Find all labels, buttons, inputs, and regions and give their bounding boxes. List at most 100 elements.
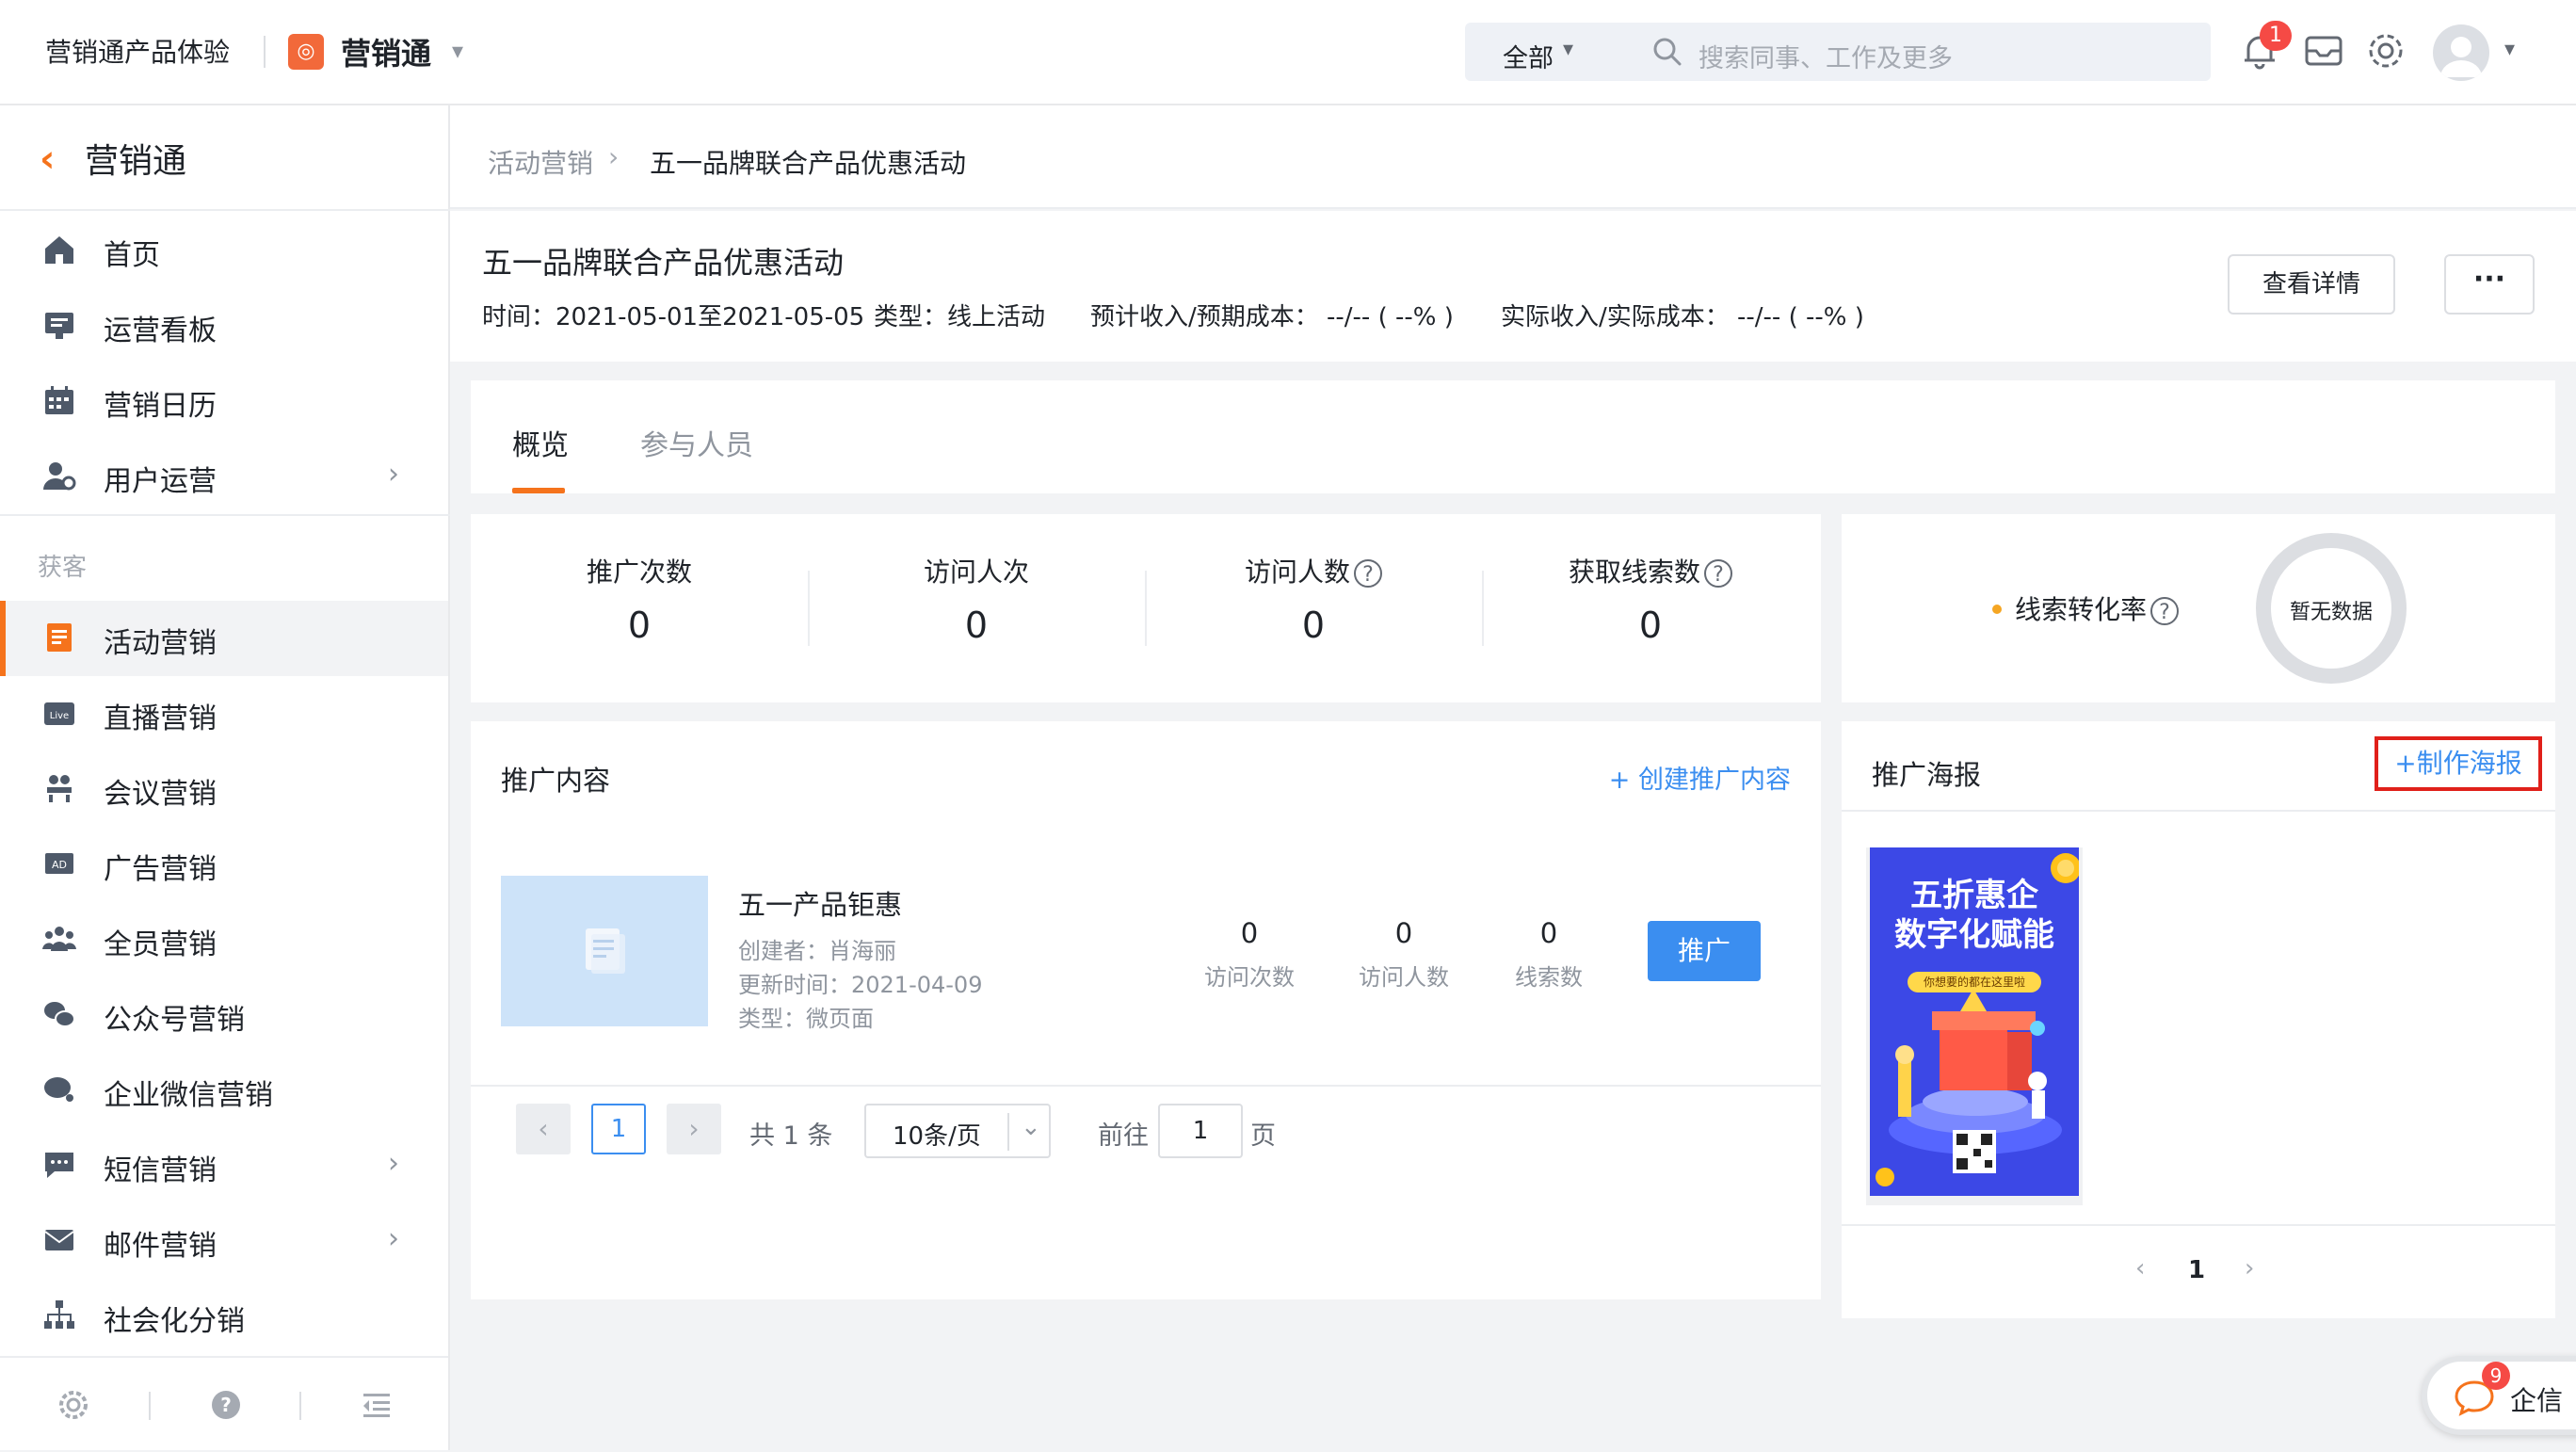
section-title: 推广海报 (1872, 759, 1982, 791)
pagination-prev-button[interactable]: ‹ (2135, 1254, 2145, 1283)
active-tab-indicator (512, 488, 565, 493)
content-type: 类型：微页面 (738, 1006, 874, 1032)
sidebar-item-calendar[interactable]: 营销日历 (0, 363, 448, 439)
sidebar-item-wecom[interactable]: 企业微信营销 (0, 1053, 448, 1128)
stat-visitors: 访问人数? 0 (1145, 552, 1482, 646)
sidebar-item-home[interactable]: 首页 (0, 213, 448, 288)
stat-promotions: 推广次数 0 (471, 552, 808, 646)
search-icon (1653, 38, 1682, 66)
svg-text:AD: AD (52, 859, 67, 871)
page-title: 五一品牌联合产品优惠活动 (482, 245, 845, 281)
sidebar-item-label: 运营看板 (104, 315, 217, 347)
tab-participants[interactable]: 参与人员 (640, 422, 753, 463)
pagination-current-page[interactable]: 1 (2188, 1256, 2205, 1284)
breadcrumb-parent[interactable]: 活动营销 (488, 143, 593, 181)
expected-revenue: 预计收入/预期成本： --/-- ( --% ) (1090, 303, 1454, 331)
content-title[interactable]: 五一产品钜惠 (738, 883, 902, 923)
sidebar-item-meeting[interactable]: 会议营销 (0, 751, 448, 827)
svg-text:Live: Live (50, 711, 69, 721)
content-updated: 更新时间：2021-04-09 (738, 972, 983, 998)
sidebar-item-activity[interactable]: 活动营销 (0, 601, 448, 676)
help-icon[interactable]: ? (1354, 559, 1382, 588)
sidebar-item-live[interactable]: Live 直播营销 (0, 676, 448, 751)
sidebar-item-ad[interactable]: AD 广告营销 (0, 827, 448, 902)
sidebar-footer: ? (0, 1356, 448, 1452)
pagination-next-button[interactable]: › (667, 1104, 721, 1154)
help-icon[interactable]: ? (2150, 597, 2180, 625)
settings-gear-icon[interactable] (2361, 26, 2410, 75)
sidebar-item-label: 邮件营销 (104, 1230, 217, 1263)
sidebar-item-sms[interactable]: 短信营销 › (0, 1128, 448, 1203)
sidebar-item-dashboard[interactable]: 运营看板 (0, 288, 448, 363)
qixin-label: 企信 (2510, 1385, 2564, 1416)
help-icon[interactable]: ? (1704, 559, 1732, 588)
chevron-down-icon[interactable]: ▾ (1563, 38, 1573, 61)
svg-text:?: ? (220, 1394, 232, 1416)
avatar[interactable] (2433, 24, 2489, 81)
activity-time: 时间：2021-05-01至2021-05-05 (482, 303, 865, 331)
view-details-button[interactable]: 查看详情 (2228, 254, 2395, 315)
sidebar-item-team[interactable]: 全员营销 (0, 902, 448, 977)
create-content-button[interactable]: + 创建推广内容 (1609, 759, 1791, 796)
promote-button[interactable]: 推广 (1648, 921, 1761, 981)
sidebar-item-wechat[interactable]: 公众号营销 (0, 977, 448, 1053)
help-icon[interactable]: ? (207, 1386, 245, 1424)
inbox-icon[interactable] (2299, 26, 2348, 75)
pagination-next-button[interactable]: › (2245, 1254, 2254, 1283)
collapse-menu-icon[interactable] (358, 1386, 395, 1424)
content-stat-visitors: 0 访问人数 (1333, 917, 1474, 992)
chevron-down-icon[interactable]: ▾ (452, 38, 463, 64)
chevron-right-icon: › (388, 1147, 399, 1180)
make-poster-button[interactable]: +制作海报 (2375, 736, 2542, 791)
search-input[interactable]: 搜索同事、工作及更多 (1699, 38, 1953, 74)
more-button[interactable]: ··· (2444, 254, 2535, 315)
stat-label: 推广次数 (586, 557, 692, 588)
goto-page-input[interactable]: 1 (1158, 1104, 1243, 1158)
sidebar-item-user-ops[interactable]: 用户运营 › (0, 439, 448, 514)
settings-gear-icon[interactable] (55, 1386, 92, 1424)
mail-icon (44, 1230, 74, 1250)
sidebar-item-label: 首页 (104, 239, 160, 272)
activity-header: 五一品牌联合产品优惠活动 时间：2021-05-01至2021-05-05 类型… (450, 211, 2576, 362)
sidebar-item-distribution[interactable]: 社会化分销 (0, 1279, 448, 1354)
no-data-text: 暂无数据 (2289, 601, 2373, 624)
qixin-chat-button[interactable]: 9 企信 (2422, 1356, 2576, 1435)
brand-name[interactable]: 营销通 (341, 30, 431, 73)
actual-revenue: 实际收入/实际成本： --/-- ( --% ) (1501, 303, 1864, 331)
stat-label: 线索数 (1515, 964, 1583, 991)
stat-value: 0 (1394, 917, 1413, 949)
poster-thumbnail[interactable]: 五折惠企 数字化赋能 你想要的都在这里啦 (1870, 847, 2079, 1196)
divider (471, 1085, 1821, 1087)
chevron-right-icon: › (388, 458, 399, 491)
content-creator: 创建者：肖海丽 (738, 938, 896, 964)
tab-overview[interactable]: 概览 (512, 422, 569, 463)
back-arrow-icon[interactable]: ‹ (40, 137, 55, 181)
global-search[interactable]: 全部 ▾ 搜索同事、工作及更多 (1465, 23, 2211, 81)
pagination-prev-button[interactable]: ‹ (516, 1104, 571, 1154)
chevron-down-icon[interactable]: ▾ (2504, 38, 2515, 61)
divider (1842, 1224, 2555, 1226)
stat-value: 0 (1301, 605, 1326, 646)
pagination-current-page[interactable]: 1 (591, 1104, 646, 1154)
wecom-icon (44, 1077, 73, 1102)
home-icon (45, 236, 73, 264)
sidebar-item-label: 全员营销 (104, 928, 217, 961)
poster-illustration-icon (1876, 853, 2079, 1186)
stat-value: 0 (1638, 605, 1663, 646)
sidebar-item-label: 用户运营 (104, 465, 217, 498)
live-icon: Live (44, 702, 74, 725)
legend-dot (1992, 605, 2002, 614)
content-thumbnail[interactable] (501, 876, 708, 1026)
sidebar-item-label: 公众号营销 (104, 1004, 245, 1037)
pagination-total: 共 1 条 (749, 1121, 833, 1151)
document-icon (586, 928, 625, 974)
sidebar-item-label: 活动营销 (104, 627, 217, 660)
sidebar: ‹ 营销通 首页 运营看板 营销日历 用户运营 › 获客 活动营销 Live 直… (0, 105, 450, 1450)
page-size-select[interactable]: 10条/页 ⌄ (864, 1104, 1051, 1158)
app-title[interactable]: 营销通产品体验 (45, 32, 230, 70)
chevron-right-icon: › (388, 1222, 399, 1255)
search-scope[interactable]: 全部 (1503, 38, 1554, 74)
active-indicator (0, 601, 6, 676)
sidebar-item-mail[interactable]: 邮件营销 › (0, 1203, 448, 1279)
sidebar-item-label: 直播营销 (104, 702, 217, 735)
